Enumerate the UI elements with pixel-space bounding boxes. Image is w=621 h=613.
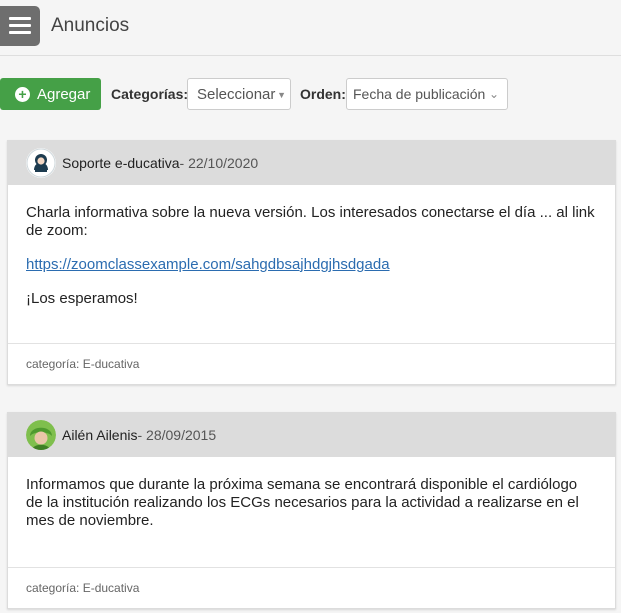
chevron-down-icon: ⌄ [488,87,499,101]
announcement-body: Informamos que durante la próxima semana… [8,457,615,530]
announcement-header: Soporte e-ducativa - 22/10/2020 [8,141,615,185]
page-title: Anuncios [51,15,130,36]
announcement-date: - 28/09/2015 [137,427,217,443]
categories-label: Categorías: [111,86,189,102]
announcement-card: Ailén Ailenis - 28/09/2015 Informamos qu… [7,412,616,609]
categories-select-value: Seleccionar [197,85,276,103]
order-select-value: Fecha de publicación [353,86,486,102]
menu-bar [9,31,31,34]
announcement-header: Ailén Ailenis - 28/09/2015 [8,413,615,457]
announcement-author[interactable]: Soporte e-ducativa [62,155,180,171]
announcement-body: Charla informativa sobre la nueva versió… [8,185,615,308]
announcement-text: ¡Los esperamos! [26,290,138,307]
menu-bar [9,17,31,20]
order-label: Orden: [300,86,346,102]
order-select[interactable]: Fecha de publicación ⌄ [346,78,508,110]
announcement-card: Soporte e-ducativa - 22/10/2020 Charla i… [7,140,616,385]
caret-down-icon: ▼ [277,90,286,100]
toolbar: + Agregar Categorías: Seleccionar ▼ Orde… [0,78,621,110]
announcement-author[interactable]: Ailén Ailenis [62,427,138,443]
announcement-date: - 22/10/2020 [179,155,259,171]
announcement-text: Charla informativa sobre la nueva versió… [26,204,595,239]
add-announcement-button[interactable]: + Agregar [0,78,101,110]
announcement-category: categoría: E-ducativa [8,567,615,608]
add-button-label: Agregar [37,85,91,103]
support-avatar-icon[interactable] [26,148,56,178]
user-avatar-icon[interactable] [26,420,56,450]
hamburger-menu-icon[interactable] [0,6,40,46]
categories-select[interactable]: Seleccionar ▼ [187,78,291,110]
menu-bar [9,24,31,27]
top-bar: Anuncios [0,0,621,56]
plus-icon: + [15,86,30,102]
announcement-category: categoría: E-ducativa [8,343,615,384]
announcement-text: Informamos que durante la próxima semana… [26,476,579,529]
zoom-link[interactable]: https://zoomclassexample.com/sahgdbsajhd… [26,256,390,273]
